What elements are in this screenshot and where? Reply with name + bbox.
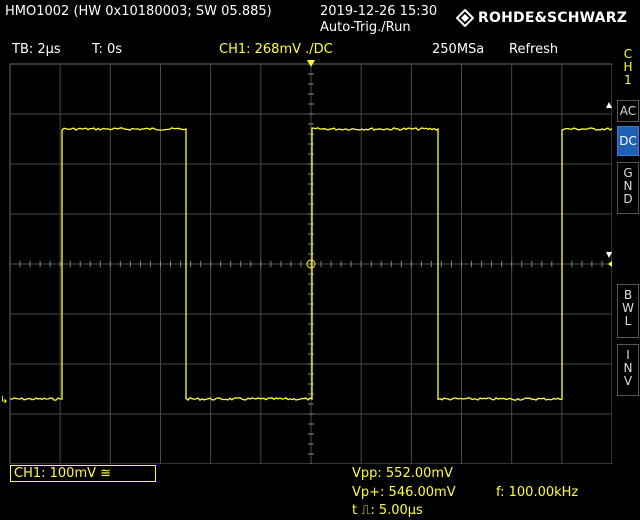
sample-rate: 250MSa: [432, 42, 485, 57]
trigger-mode: Auto-Trig./Run: [320, 20, 411, 35]
measure-pulse-width: t ⎍: 5.00µs: [352, 503, 423, 518]
measure-vpp: Vpp: 552.00mV: [352, 466, 453, 481]
gnd-char: D: [623, 192, 633, 206]
header-info: HMO1002 (HW 0x10180003; SW 05.885): [5, 4, 272, 19]
trigger-time[interactable]: T: 0s: [92, 42, 122, 57]
acquisition-mode[interactable]: Refresh: [509, 42, 558, 57]
invert-button[interactable]: I N V: [617, 344, 639, 396]
scope-grid[interactable]: ↳: [0, 58, 613, 465]
timebase[interactable]: TB: 2µs: [12, 42, 61, 57]
ch1-scale-box[interactable]: CH1: 100mV ≅: [10, 465, 156, 482]
coupling-dc-button[interactable]: DC: [617, 126, 639, 156]
rohde-schwarz-logo-icon: [456, 9, 474, 27]
coupling-ac-label: AC: [619, 104, 637, 118]
timestamp: 2019-12-26 15:30: [320, 4, 438, 19]
bwl-char: L: [624, 314, 632, 328]
coupling-gnd-button[interactable]: G N D: [617, 162, 639, 214]
ch1-status[interactable]: CH1: 268mV ./DC: [219, 42, 333, 57]
trigger-level-marker: [608, 261, 612, 267]
waveform-display[interactable]: ↳: [0, 58, 613, 465]
scroll-up-arrow-icon: [606, 102, 612, 108]
ch1-ground-marker-icon: ↳: [0, 395, 8, 406]
scroll-down-arrow-icon: [606, 252, 612, 258]
status-bar: TB: 2µs T: 0s CH1: 268mV ./DC 250MSa Ref…: [0, 40, 612, 60]
inv-char: V: [623, 374, 633, 388]
coupling-dc-label: DC: [619, 134, 637, 148]
coupling-ac-button[interactable]: AC: [617, 100, 639, 122]
channel-label: C H 1: [617, 48, 639, 87]
bwl-button[interactable]: B W L: [617, 284, 639, 338]
channel-label-char: 1: [624, 73, 632, 87]
measure-vp-plus: Vp+: 546.00mV: [352, 485, 456, 500]
brand: ROHDE&SCHWARZ: [456, 8, 627, 28]
measure-frequency: f: 100.00kHz: [496, 485, 579, 500]
brand-name: ROHDE&SCHWARZ: [478, 10, 628, 26]
